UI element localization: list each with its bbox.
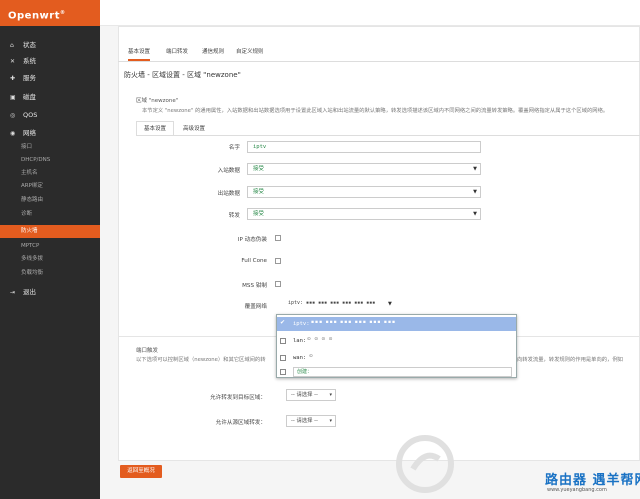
sidebar-sub-mptcp[interactable]: MPTCP — [0, 240, 100, 253]
interface-icons: ▪▪▪ ▪▪▪ ▪▪▪ ▪▪▪ ▪▪▪ ▪▪▪ — [311, 320, 397, 325]
watermark-logo-icon — [396, 435, 454, 493]
inner-tab-general[interactable]: 基本设置 — [136, 121, 175, 135]
page-title: 防火墙 - 区域设置 - 区域 "newzone" — [124, 71, 241, 79]
section2-description: 以下选项可以控制区域（newzone）和其它区域间的转 — [136, 357, 266, 363]
services-icon: ✚ — [10, 75, 16, 82]
option-checkbox[interactable] — [280, 338, 286, 344]
sidebar-item-network[interactable]: ◉ 网络 — [0, 124, 100, 142]
caret-down-icon: ▼ — [473, 166, 477, 172]
sidebar-sub-multiwan[interactable]: 多线多拨 — [0, 253, 100, 266]
sidebar-sub-hostnames[interactable]: 主机名 — [0, 167, 100, 180]
option-checkbox[interactable] — [280, 369, 286, 375]
inner-tabs: 基本设置 高级设置 — [136, 121, 640, 136]
dropdown-option-wan[interactable]: wan: ⊙ — [277, 351, 516, 365]
section-title: 区域 "newzone" — [136, 98, 179, 104]
dropdown-option-iptv[interactable]: ✔ iptv: ▪▪▪ ▪▪▪ ▪▪▪ ▪▪▪ ▪▪▪ ▪▪▪ — [277, 317, 516, 331]
allow-forward-from-select[interactable]: -- 请选择 -- ▾ — [286, 415, 336, 427]
sidebar-item-storage[interactable]: ▣ 磁盘 — [0, 88, 100, 106]
option-checkbox[interactable] — [280, 355, 286, 361]
covered-networks-select[interactable]: iptv: ▪▪▪ ▪▪▪ ▪▪▪ ▪▪▪ ▪▪▪ ▪▪▪ ▼ — [283, 298, 433, 312]
networks-dropdown: ✔ iptv: ▪▪▪ ▪▪▪ ▪▪▪ ▪▪▪ ▪▪▪ ▪▪▪ lan: ⊙ ⊙… — [276, 314, 517, 378]
tab-custom-rules[interactable]: 自定义规则 — [236, 47, 264, 55]
masquerade-checkbox[interactable] — [275, 235, 281, 241]
create-network-input[interactable]: 创建： — [293, 367, 512, 377]
allow-forward-to-label: 允许转发到目标区域： — [210, 395, 266, 401]
sidebar-sub-firewall[interactable]: 防火墙 — [0, 225, 100, 238]
inner-tab-advanced[interactable]: 高级设置 — [183, 124, 205, 132]
allow-forward-to-select[interactable]: -- 请选择 -- ▾ — [286, 389, 336, 401]
allow-forward-from-label: 允许从源区域转发： — [215, 420, 266, 426]
check-icon: ✔ — [280, 319, 286, 326]
brand-logo[interactable]: Openwrt® — [0, 0, 100, 26]
name-label: 名字 — [228, 145, 240, 151]
mss-clamping-checkbox[interactable] — [275, 281, 281, 287]
interface-icons: ⊙ ⊙ ⊙ ⊙ — [307, 337, 334, 342]
watermark-url: www.yueyangbang.com — [547, 487, 607, 493]
sidebar-sub-arp[interactable]: ARP绑定 — [0, 180, 100, 193]
output-policy-select[interactable]: 接受 ▼ — [247, 186, 481, 198]
qos-icon: ◎ — [10, 112, 16, 119]
masquerade-label: IP 动态伪装 — [237, 237, 267, 243]
watermark-text: 路由器 遇羊帮网 — [545, 473, 640, 488]
network-tags: iptv: ▪▪▪ ▪▪▪ ▪▪▪ ▪▪▪ ▪▪▪ ▪▪▪ — [288, 300, 376, 306]
caret-down-icon: ▼ — [473, 189, 477, 195]
sidebar-item-services[interactable]: ✚ 服务 — [0, 69, 100, 87]
caret-down-icon: ▾ — [329, 418, 332, 424]
tab-port-forward[interactable]: 端口转发 — [166, 47, 188, 55]
dropdown-option-lan[interactable]: lan: ⊙ ⊙ ⊙ ⊙ — [277, 334, 516, 348]
sidebar-item-system[interactable]: ✕ 系统 — [0, 52, 100, 70]
caret-down-icon: ▼ — [473, 211, 477, 217]
sidebar-sub-interfaces[interactable]: 接口 — [0, 141, 100, 154]
tab-general[interactable]: 基本设置 — [128, 47, 151, 61]
sidebar: Openwrt® ⌂ 状态 ✕ 系统 ✚ 服务 ▣ 磁盘 ◎ QOS ◉ 网络 接口 DHC… — [0, 0, 100, 499]
sidebar-item-logout[interactable]: ⇥ 退出 — [0, 283, 100, 301]
top-tabs: 基本设置 端口转发 通信规则 自定义规则 — [118, 44, 640, 62]
sidebar-sub-diagnostics[interactable]: 诊断 — [0, 208, 100, 221]
caret-down-icon: ▾ — [329, 392, 332, 398]
sidebar-item-qos[interactable]: ◎ QOS — [0, 106, 100, 124]
storage-icon: ▣ — [10, 94, 16, 101]
sidebar-sub-routes[interactable]: 静态路由 — [0, 194, 100, 207]
back-to-overview-button[interactable]: 返回至概况 — [120, 465, 162, 478]
input-policy-label: 入站数据 — [217, 168, 240, 174]
interface-icons: ⊙ — [309, 354, 314, 359]
sidebar-sub-loadbalance[interactable]: 负载均衡 — [0, 267, 100, 280]
top-header — [100, 0, 640, 26]
section2-title: 端口触发 — [136, 348, 159, 354]
caret-down-icon: ▼ — [388, 301, 392, 307]
section2-description-right: 向转发流量，转发规则的作用是单向的，例如 — [517, 357, 623, 363]
forward-policy-select[interactable]: 接受 ▼ — [247, 208, 481, 220]
forward-policy-label: 转发 — [228, 213, 240, 219]
logout-icon: ⇥ — [10, 289, 16, 296]
output-policy-label: 出站数据 — [217, 191, 240, 197]
covered-networks-label: 覆盖网络 — [244, 304, 267, 310]
tab-traffic-rules[interactable]: 通信规则 — [202, 47, 224, 55]
fullcone-label: Full Cone — [241, 258, 267, 264]
fullcone-checkbox[interactable] — [275, 258, 281, 264]
sidebar-sub-dhcp[interactable]: DHCP/DNS — [0, 154, 100, 167]
mss-clamping-label: MSS 钳制 — [242, 283, 267, 289]
name-input[interactable]: iptv — [247, 141, 481, 153]
input-policy-select[interactable]: 接受 ▼ — [247, 163, 481, 175]
watermark: 路由器 遇羊帮网 www.yueyangbang.com — [395, 425, 640, 499]
section-description: 本节定义 "newzone" 的通用属性，入站数据和出站数据选项用于设置此区域入… — [142, 108, 609, 114]
